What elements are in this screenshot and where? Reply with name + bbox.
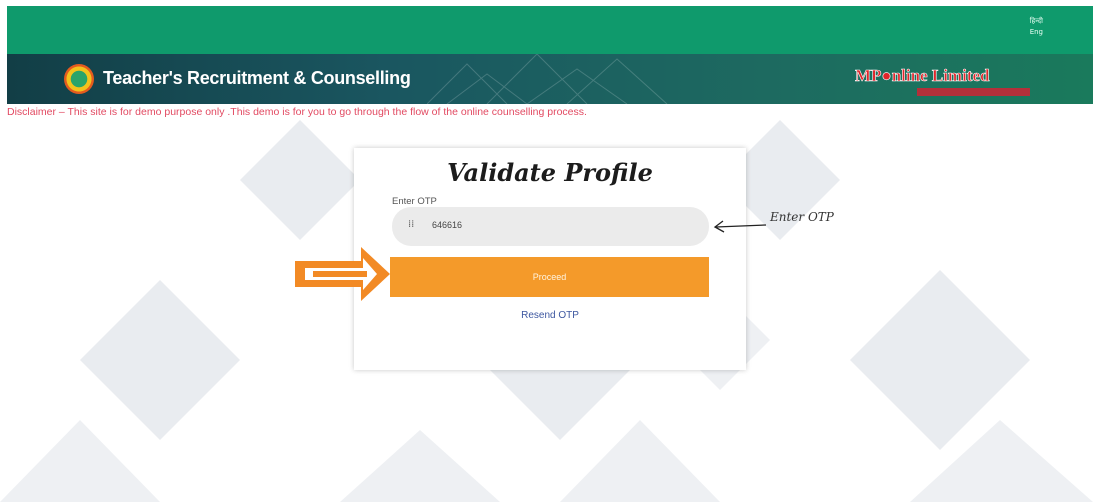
resend-otp-link[interactable]: Resend OTP: [354, 310, 746, 321]
brand-tagline-bar: [917, 88, 1030, 96]
site-header: Teacher's Recruitment & Counselling MP●n…: [7, 54, 1093, 104]
disclaimer-text: Disclaimer – This site is for demo purpo…: [7, 106, 587, 118]
validate-profile-card: Validate Profile Enter OTP ⁞⁞ 646616 Pro…: [354, 148, 746, 370]
logo-emblem: [64, 64, 94, 94]
card-title: Validate Profile: [447, 158, 653, 187]
top-bar: हिन्दी Eng: [7, 6, 1093, 54]
keypad-icon: ⁞⁞: [408, 219, 415, 230]
language-switch[interactable]: हिन्दी Eng: [1030, 16, 1043, 38]
otp-input[interactable]: ⁞⁞ 646616: [392, 207, 709, 246]
orange-arrow-icon: [295, 247, 390, 301]
mponline-logo: MP●nline Limited: [855, 66, 1031, 96]
annotation-text: Enter OTP: [770, 210, 834, 224]
site-title: Teacher's Recruitment & Counselling: [103, 68, 411, 88]
otp-value[interactable]: 646616: [432, 220, 462, 230]
header-pattern: [427, 54, 668, 104]
annotation-arrow-icon: [713, 220, 767, 233]
language-english[interactable]: Eng: [1030, 27, 1043, 38]
brand-name: MP●nline Limited: [855, 66, 990, 86]
proceed-button[interactable]: Proceed: [390, 257, 709, 297]
language-hindi[interactable]: हिन्दी: [1030, 16, 1043, 27]
otp-label: Enter OTP: [392, 196, 437, 207]
